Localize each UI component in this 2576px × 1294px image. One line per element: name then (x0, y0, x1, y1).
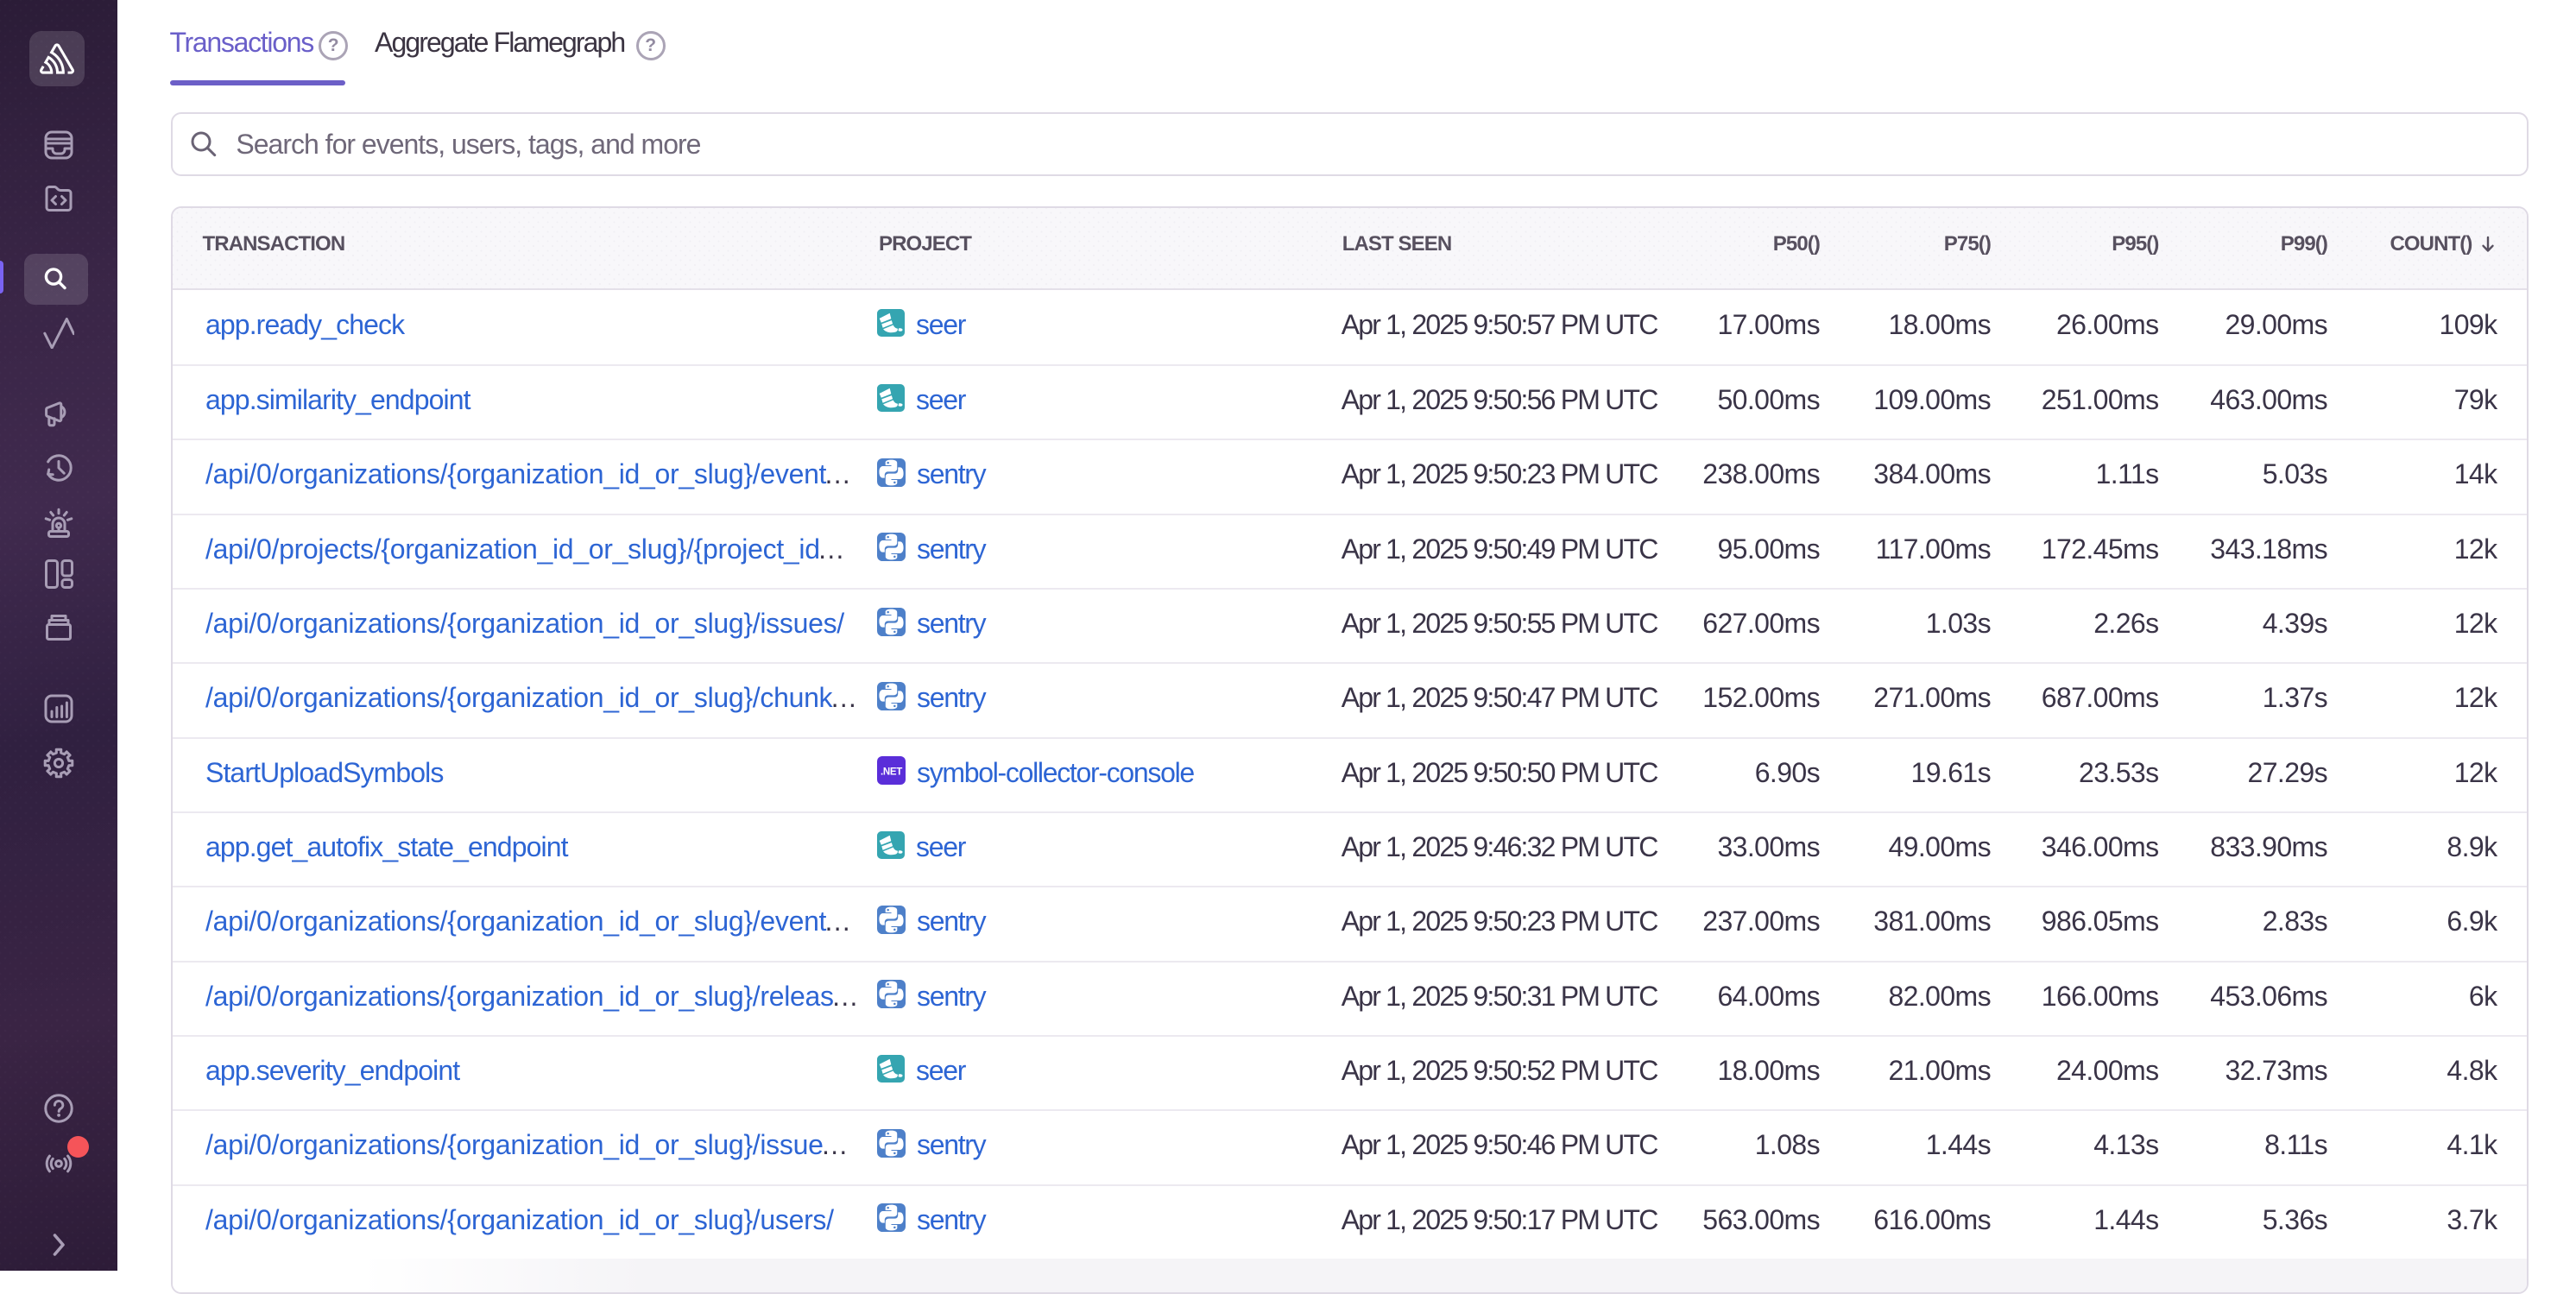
svg-text:.NET: .NET (881, 767, 902, 778)
